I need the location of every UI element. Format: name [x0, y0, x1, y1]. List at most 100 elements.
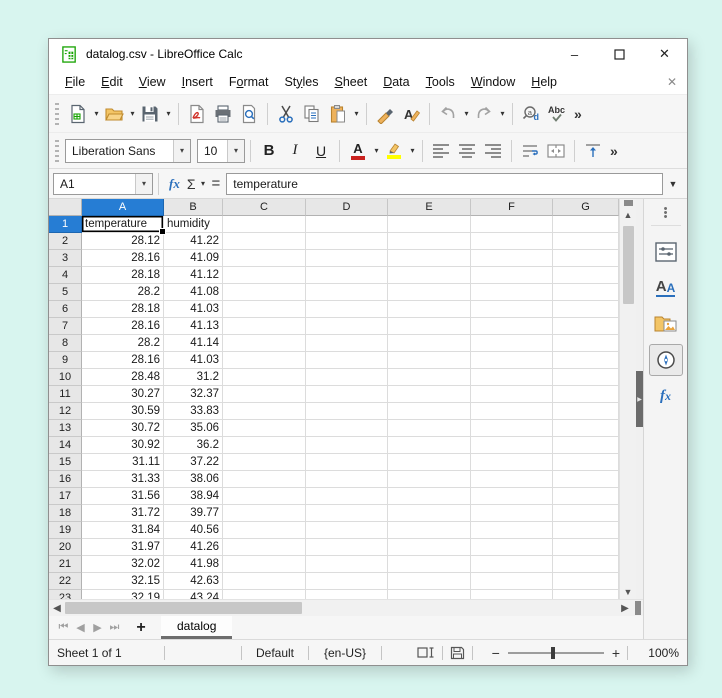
menu-tools[interactable]: Tools [418, 72, 463, 92]
cell[interactable]: 31.84 [82, 522, 164, 539]
menu-view[interactable]: View [131, 72, 174, 92]
cell[interactable] [553, 284, 619, 301]
cut-button[interactable] [273, 100, 299, 128]
vertical-scrollbar[interactable]: ▲ ▼ [619, 199, 636, 599]
sum-icon[interactable]: Σ [185, 176, 198, 192]
cell[interactable] [223, 556, 306, 573]
cell[interactable] [553, 590, 619, 599]
vertical-split-handle[interactable] [624, 200, 633, 206]
selected-cell-A1[interactable]: temperature [82, 216, 164, 233]
cell[interactable] [553, 505, 619, 522]
cell[interactable] [223, 318, 306, 335]
cell[interactable]: 28.16 [82, 318, 164, 335]
cell[interactable] [388, 335, 471, 352]
cell[interactable] [388, 471, 471, 488]
cell[interactable]: 28.16 [82, 352, 164, 369]
cell[interactable] [388, 488, 471, 505]
next-sheet-icon[interactable]: ▶ [89, 621, 106, 634]
cell[interactable]: 31.56 [82, 488, 164, 505]
cell[interactable] [553, 539, 619, 556]
cell[interactable] [306, 522, 388, 539]
horizontal-split-handle[interactable] [635, 601, 641, 615]
cell[interactable] [553, 318, 619, 335]
cell[interactable] [388, 284, 471, 301]
cell[interactable] [388, 505, 471, 522]
toolbar-grip[interactable] [55, 103, 59, 125]
font-name-combo[interactable]: Liberation Sans ▾ [65, 139, 191, 163]
row-header-4[interactable]: 4 [49, 267, 82, 284]
cell[interactable] [306, 386, 388, 403]
undo-dropdown[interactable]: ▾ [462, 109, 471, 118]
cell[interactable] [306, 284, 388, 301]
row-header-15[interactable]: 15 [49, 454, 82, 471]
menu-sheet[interactable]: Sheet [327, 72, 376, 92]
align-top-button[interactable] [580, 137, 606, 165]
print-preview-button[interactable] [236, 100, 262, 128]
cell[interactable] [223, 573, 306, 590]
cell[interactable] [553, 233, 619, 250]
row-header-19[interactable]: 19 [49, 522, 82, 539]
cell[interactable] [553, 352, 619, 369]
row-header-6[interactable]: 6 [49, 301, 82, 318]
cell[interactable] [553, 471, 619, 488]
cell[interactable] [306, 352, 388, 369]
previous-sheet-icon[interactable]: ◀ [72, 621, 89, 634]
cell[interactable] [388, 437, 471, 454]
cell[interactable] [306, 318, 388, 335]
cell[interactable] [388, 539, 471, 556]
cell[interactable]: 41.03 [164, 352, 223, 369]
row-header-5[interactable]: 5 [49, 284, 82, 301]
scroll-down-icon[interactable]: ▼ [624, 585, 633, 599]
cell[interactable] [471, 522, 553, 539]
document-saved-icon[interactable] [450, 646, 465, 660]
cell[interactable] [223, 471, 306, 488]
cell[interactable]: 41.13 [164, 318, 223, 335]
row-header-8[interactable]: 8 [49, 335, 82, 352]
cell[interactable] [388, 233, 471, 250]
redo-button[interactable] [471, 100, 497, 128]
cell[interactable] [223, 267, 306, 284]
cell[interactable] [223, 505, 306, 522]
row-header-11[interactable]: 11 [49, 386, 82, 403]
row-header-21[interactable]: 21 [49, 556, 82, 573]
cell[interactable] [471, 505, 553, 522]
menu-styles[interactable]: Styles [276, 72, 326, 92]
sheet-tab-datalog[interactable]: datalog [161, 616, 232, 639]
cell[interactable] [223, 233, 306, 250]
menu-format[interactable]: Format [221, 72, 277, 92]
cell[interactable] [306, 573, 388, 590]
cell[interactable] [223, 420, 306, 437]
cell[interactable]: 41.14 [164, 335, 223, 352]
cell[interactable] [306, 590, 388, 599]
menu-help[interactable]: Help [523, 72, 565, 92]
maximize-button[interactable] [597, 39, 642, 69]
cell[interactable] [223, 352, 306, 369]
cell[interactable] [471, 471, 553, 488]
cell[interactable] [471, 386, 553, 403]
cell[interactable] [388, 420, 471, 437]
cell[interactable]: 28.18 [82, 267, 164, 284]
sidebar-item-navigator[interactable] [649, 344, 683, 376]
cell[interactable] [306, 505, 388, 522]
column-header-B[interactable]: B [164, 199, 223, 216]
cell[interactable] [388, 590, 471, 599]
cell[interactable]: 38.06 [164, 471, 223, 488]
close-document-icon[interactable]: ✕ [667, 75, 677, 89]
cell[interactable] [388, 522, 471, 539]
zoom-slider-thumb[interactable] [551, 647, 555, 659]
paste-dropdown[interactable]: ▾ [352, 109, 361, 118]
chevron-down-icon[interactable]: ▾ [173, 140, 190, 162]
paste-button[interactable] [325, 100, 351, 128]
column-header-F[interactable]: F [471, 199, 553, 216]
cell[interactable] [306, 233, 388, 250]
cell[interactable]: 41.12 [164, 267, 223, 284]
row-header-22[interactable]: 22 [49, 573, 82, 590]
cell[interactable] [471, 556, 553, 573]
cell[interactable] [471, 573, 553, 590]
cell[interactable] [553, 250, 619, 267]
last-sheet-icon[interactable]: ⏭ [106, 621, 123, 634]
cell[interactable] [388, 369, 471, 386]
cell[interactable]: 36.2 [164, 437, 223, 454]
formula-icon[interactable]: = [208, 175, 227, 192]
toolbar-grip[interactable] [55, 140, 59, 162]
